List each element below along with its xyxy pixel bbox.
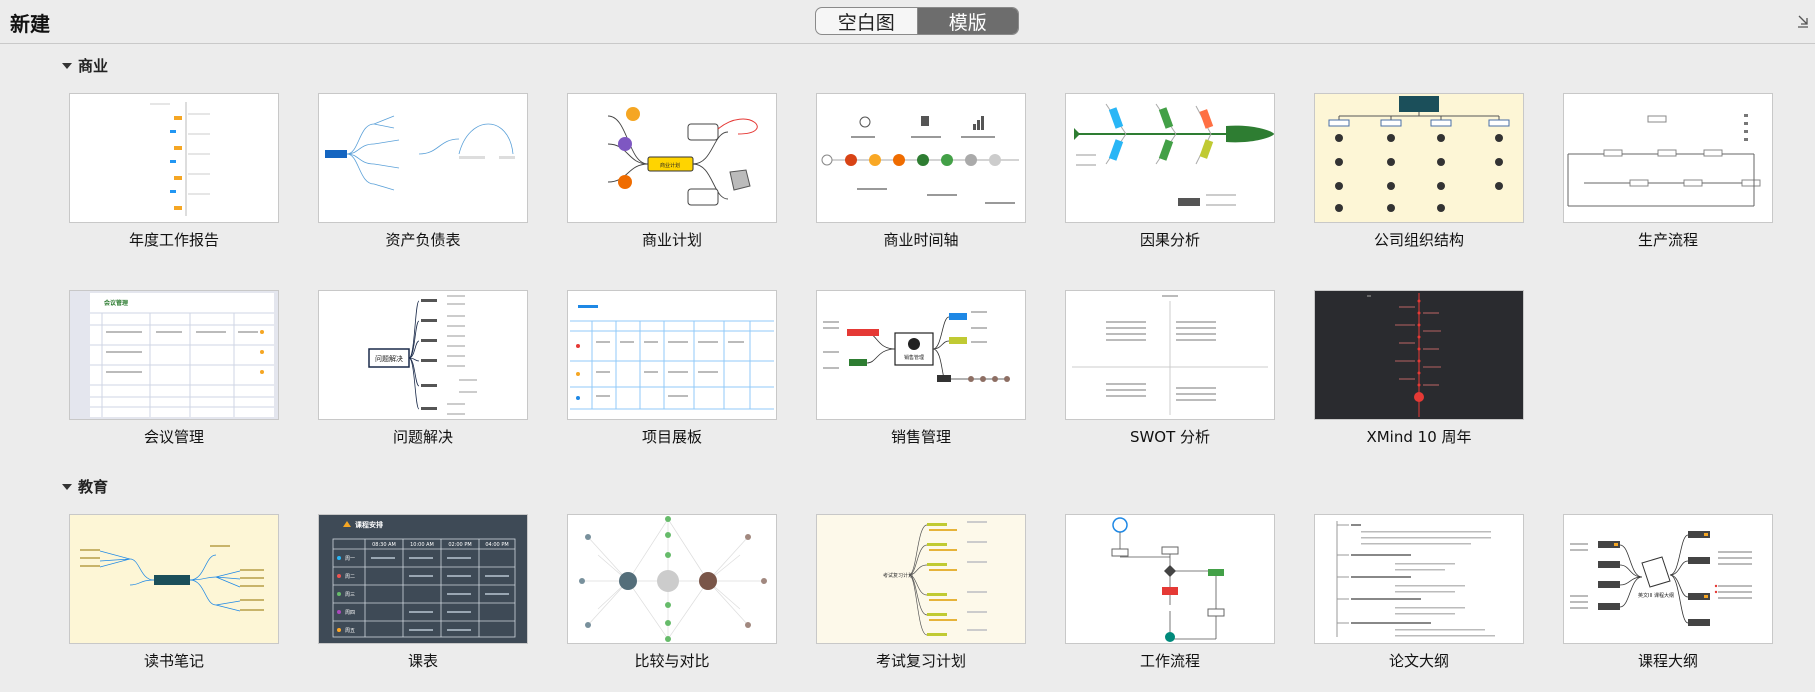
expand-icon[interactable] <box>1797 14 1809 28</box>
thumb-meeting-title: 会议管理 <box>104 299 128 307</box>
template-production-flow[interactable]: 生产流程 <box>1563 93 1773 250</box>
template-thumbnail: 考试复习计划 <box>816 514 1026 644</box>
template-problem-solving[interactable]: 问题解决 问题解决 <box>318 290 528 447</box>
template-sales-management[interactable]: 销售管理 销售管理 <box>816 290 1026 447</box>
tab-blank-map[interactable]: 空白图 <box>816 8 917 34</box>
template-thesis-outline[interactable]: 论文大纲 <box>1314 514 1524 671</box>
template-thumbnail <box>1065 290 1275 420</box>
template-thumbnail <box>1314 93 1524 223</box>
template-thumbnail <box>318 93 528 223</box>
template-label: 商业时间轴 <box>883 231 959 249</box>
template-label: 论文大纲 <box>1388 652 1449 670</box>
collapse-triangle-icon[interactable] <box>62 483 72 490</box>
template-thumbnail <box>1065 93 1275 223</box>
template-label: 课程大纲 <box>1637 652 1698 670</box>
top-bar: 新建 空白图 模版 <box>0 0 1815 44</box>
template-thumbnail: 课程安排 08:30 AM 10:00 AM 02:00 PM 04:00 PM… <box>318 514 528 644</box>
template-label: 资产负债表 <box>385 231 461 249</box>
section-title: 商业 <box>78 57 109 75</box>
template-label: 工作流程 <box>1139 652 1200 670</box>
thumb-center-text: 销售管理 <box>904 354 924 361</box>
collapse-triangle-icon[interactable] <box>62 62 72 69</box>
template-label: SWOT 分析 <box>1129 428 1211 446</box>
thumb-time: 02:00 PM <box>448 542 471 548</box>
thumb-center-text: 问题解决 <box>375 354 403 363</box>
mode-toggle: 空白图 模版 <box>815 7 1019 35</box>
template-exam-review-plan[interactable]: 考试复习计划 考试复习计划 <box>816 514 1026 671</box>
template-workflow[interactable]: 工作流程 <box>1065 514 1275 671</box>
template-thumbnail <box>1065 514 1275 644</box>
template-label: 项目展板 <box>641 428 702 446</box>
thumb-day: 周二 <box>345 574 355 580</box>
template-label: 因果分析 <box>1139 231 1200 249</box>
template-xmind-10-anniversary[interactable]: XMind 10 周年 <box>1314 290 1524 447</box>
template-label: 生产流程 <box>1637 231 1698 249</box>
template-thumbnail <box>1314 290 1524 420</box>
template-label: 考试复习计划 <box>875 652 966 670</box>
thumb-center-text: 考试复习计划 <box>883 572 913 579</box>
template-thumbnail <box>1563 93 1773 223</box>
template-label: 课表 <box>407 652 438 670</box>
template-label: 公司组织结构 <box>1373 231 1464 249</box>
section-title: 教育 <box>78 478 109 496</box>
thumb-time: 10:00 AM <box>410 542 434 548</box>
template-cause-effect[interactable]: 因果分析 <box>1065 93 1275 250</box>
section-header-education[interactable]: 教育 <box>62 476 108 497</box>
thumb-time: 08:30 AM <box>372 542 396 548</box>
template-label: 销售管理 <box>890 428 951 446</box>
template-reading-notes[interactable]: 读书笔记 <box>69 514 279 671</box>
template-thumbnail <box>1314 514 1524 644</box>
thumb-day: 周三 <box>345 592 355 598</box>
thumb-center-text: 英文III 课程大纲 <box>1638 592 1674 599</box>
template-label: XMind 10 周年 <box>1366 428 1472 446</box>
thumb-day: 周五 <box>345 628 355 634</box>
tab-templates[interactable]: 模版 <box>916 8 1018 34</box>
template-project-board[interactable]: 项目展板 <box>567 290 777 447</box>
template-meeting-management[interactable]: 会议管理 会议管理 <box>69 290 279 447</box>
template-business-plan[interactable]: 商业计划 商业计划 <box>567 93 777 250</box>
template-label: 商业计划 <box>641 231 702 249</box>
template-label: 比较与对比 <box>634 652 710 670</box>
thumb-day: 周一 <box>345 556 355 562</box>
template-thumbnail: 销售管理 <box>816 290 1026 420</box>
template-thumbnail <box>816 93 1026 223</box>
template-label: 问题解决 <box>392 428 453 446</box>
template-compare-contrast[interactable]: 比较与对比 <box>567 514 777 671</box>
template-thumbnail <box>567 514 777 644</box>
template-thumbnail <box>69 514 279 644</box>
template-thumbnail: 会议管理 <box>69 290 279 420</box>
template-thumbnail: 问题解决 <box>318 290 528 420</box>
template-thumbnail <box>567 290 777 420</box>
template-label: 年度工作报告 <box>128 231 219 249</box>
template-class-schedule[interactable]: 课程安排 08:30 AM 10:00 AM 02:00 PM 04:00 PM… <box>318 514 528 671</box>
template-thumbnail: 商业计划 <box>567 93 777 223</box>
template-business-timeline[interactable]: 商业时间轴 <box>816 93 1026 250</box>
template-label: 会议管理 <box>143 428 204 446</box>
template-swot[interactable]: SWOT 分析 <box>1065 290 1275 447</box>
thumb-time: 04:00 PM <box>485 542 508 548</box>
thumb-schedule-title: 课程安排 <box>355 520 383 529</box>
template-thumbnail <box>69 93 279 223</box>
section-header-business[interactable]: 商业 <box>62 55 108 76</box>
template-label: 读书笔记 <box>143 652 204 670</box>
template-annual-report[interactable]: 年度工作报告 <box>69 93 279 250</box>
thumb-day: 周四 <box>345 610 355 616</box>
template-course-outline[interactable]: 英文III 课程大纲 课程大纲 <box>1563 514 1773 671</box>
template-balance-sheet[interactable]: 资产负债表 <box>318 93 528 250</box>
template-thumbnail: 英文III 课程大纲 <box>1563 514 1773 644</box>
thumb-center-text: 商业计划 <box>660 162 680 169</box>
template-org-chart[interactable]: 公司组织结构 <box>1314 93 1524 250</box>
page-title: 新建 <box>10 12 50 36</box>
